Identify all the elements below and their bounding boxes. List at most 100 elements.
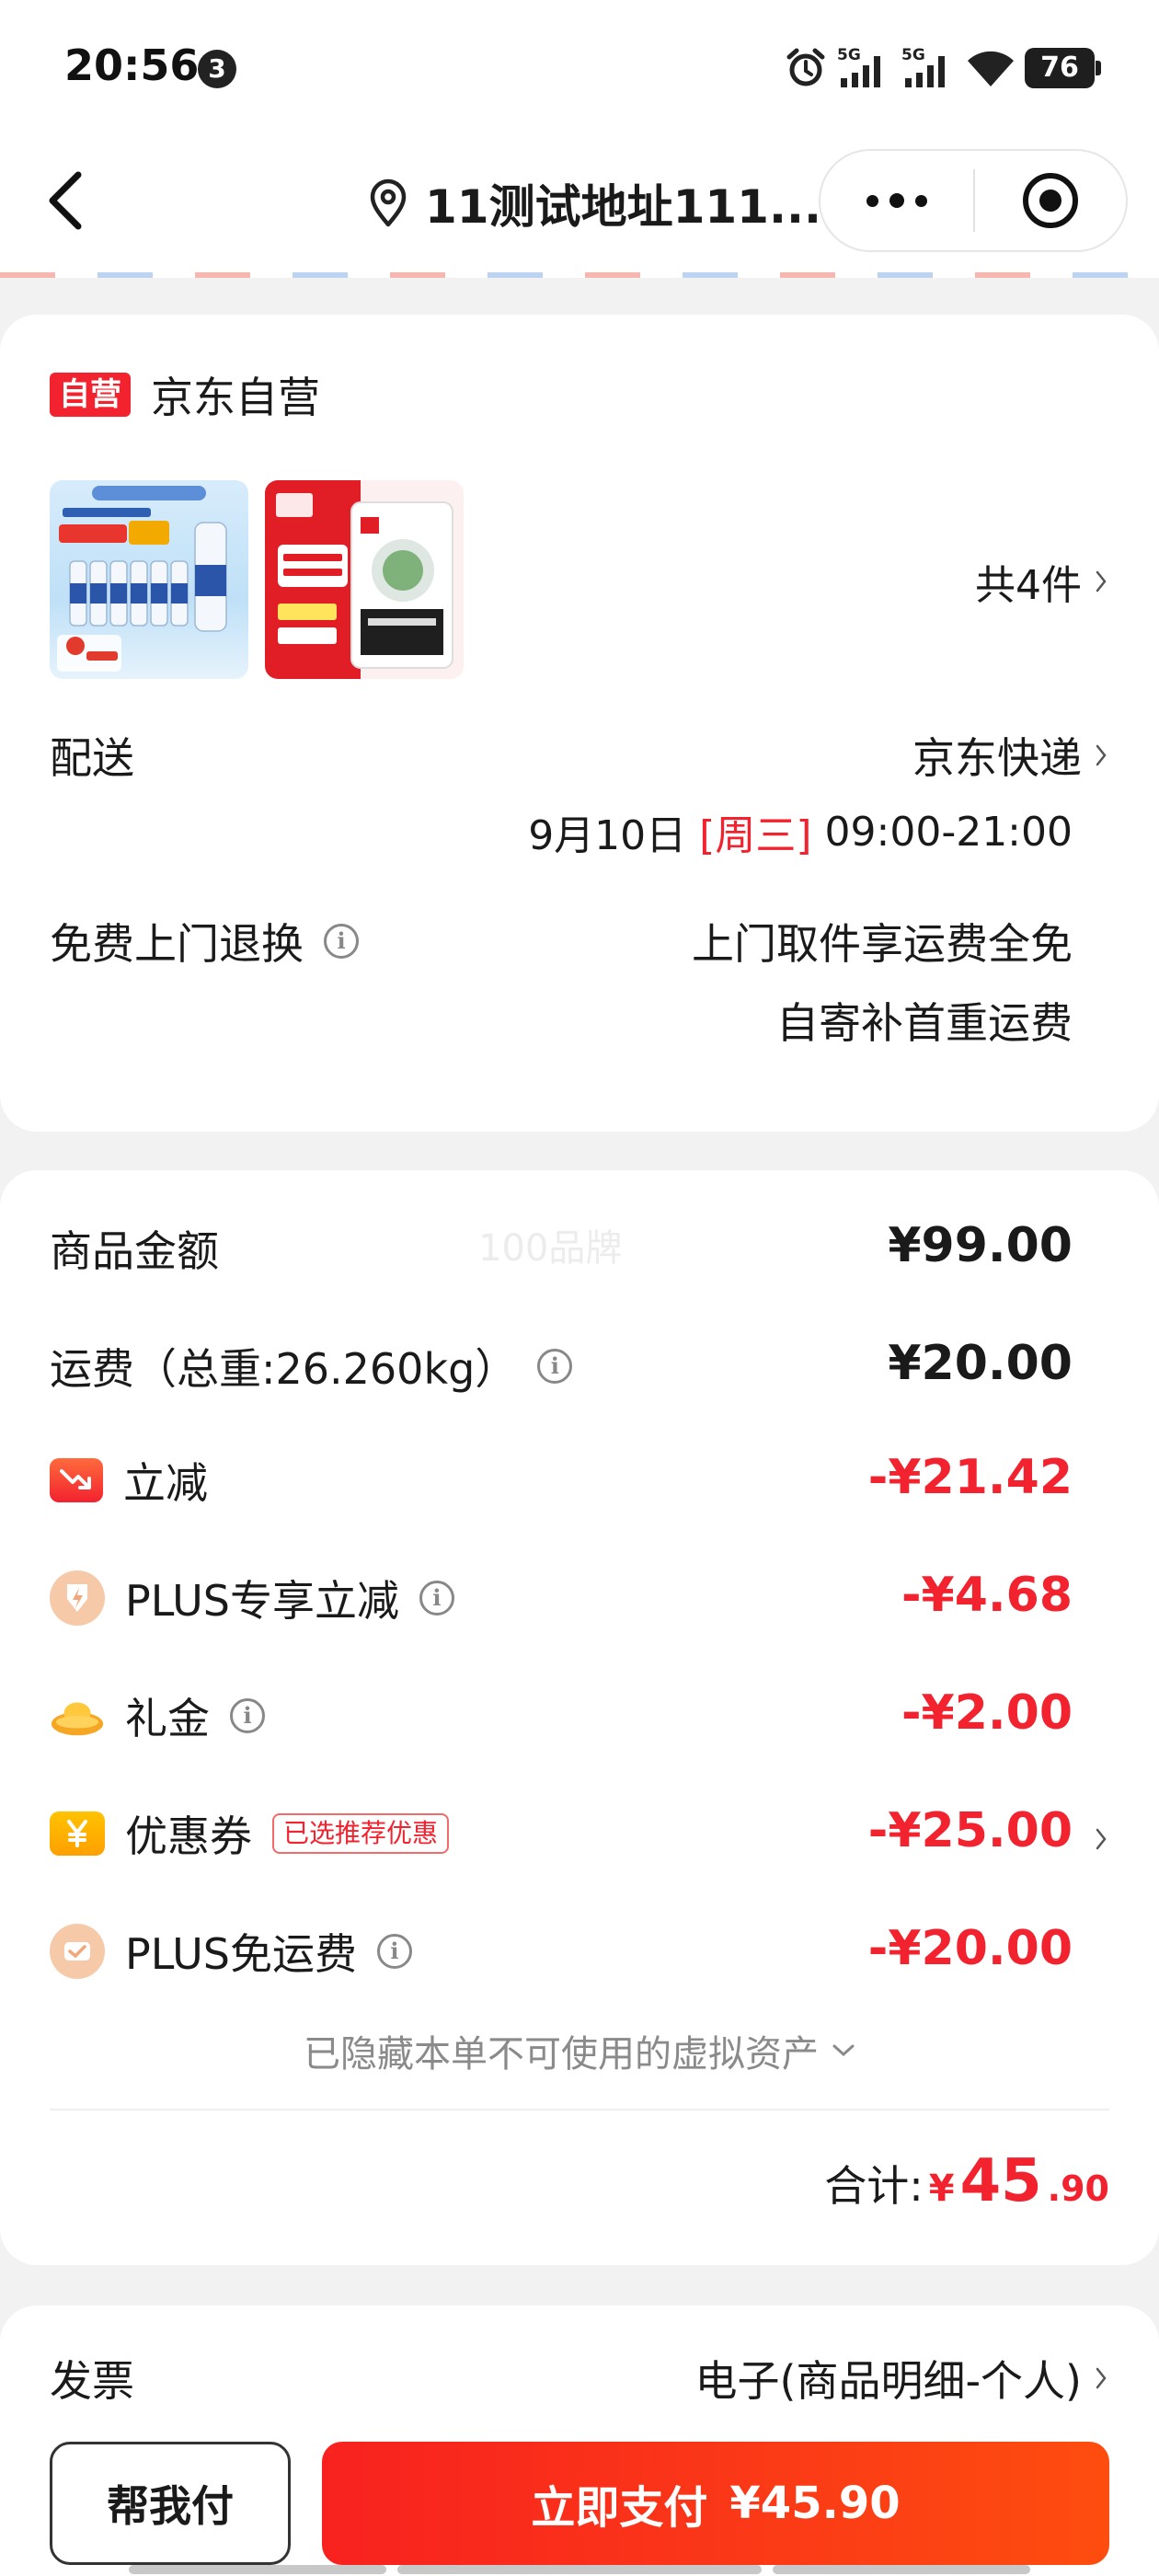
- info-icon[interactable]: i: [419, 1581, 454, 1616]
- product-thumbnail-salt[interactable]: [265, 480, 464, 679]
- pay-now-amount: ¥45.90: [729, 2478, 901, 2529]
- sea-salt-product: [265, 480, 464, 679]
- signal-5g-icon: 5G: [837, 46, 880, 87]
- mineral-water-product: [57, 486, 227, 672]
- plus-discount-value: -¥4.68: [901, 1568, 1073, 1623]
- chevron-right-icon: [1096, 570, 1107, 592]
- gift-money-value: -¥2.00: [901, 1685, 1073, 1741]
- battery-indicator: 76: [1025, 48, 1101, 88]
- home-indicator: [397, 2565, 762, 2574]
- notification-count-badge: 3: [198, 50, 236, 88]
- more-dot: [889, 193, 904, 208]
- bottom-action-bar: 帮我付 立即支付 ¥45.90: [0, 2425, 1159, 2576]
- delivery-weekday: [周三]: [699, 812, 812, 859]
- home-indicator: [129, 2565, 386, 2574]
- target-circle-icon: [1023, 173, 1078, 228]
- status-bar: 20:56 3 5G 5G 76: [0, 0, 1159, 138]
- yen-coupon-icon: [50, 1811, 105, 1856]
- returns-line2: 自寄补首重运费: [776, 998, 1073, 1048]
- instant-discount-value: -¥21.42: [867, 1450, 1073, 1505]
- chevron-right-icon: [1096, 2367, 1107, 2389]
- goods-amount-label: 商品金额: [50, 1226, 219, 1276]
- shipping-fee-value: ¥20.00: [888, 1336, 1073, 1391]
- price-row-label: 商品金额: [50, 1218, 219, 1279]
- order-items-card: 自营 京东自营 共4件 配送 京东快递 9月10日 [周三] 09:00-21:…: [0, 315, 1159, 1132]
- coupon-row[interactable]: 优惠券 已选推荐优惠: [50, 1803, 450, 1864]
- delivery-date: 9月10日: [528, 812, 687, 859]
- mini-program-capsule: [819, 149, 1128, 252]
- gold-ingot-icon: [50, 1688, 105, 1743]
- order-total: 合计: ¥ 45 .90: [824, 2147, 1109, 2215]
- price-breakdown-card: 100品牌 商品金额 ¥99.00 运费（总重:26.260kg） i ¥20.…: [0, 1170, 1159, 2265]
- status-time: 20:56: [64, 40, 200, 90]
- info-icon[interactable]: i: [376, 1934, 412, 1969]
- location-pin-icon: [370, 178, 407, 227]
- product-thumbnail-water[interactable]: [50, 480, 248, 679]
- invoice-link[interactable]: 电子(商品明细-个人): [695, 2348, 1108, 2409]
- info-icon[interactable]: i: [230, 1698, 265, 1733]
- delivery-time[interactable]: 9月10日 [周三] 09:00-21:00: [528, 802, 1073, 861]
- chevron-down-icon: [832, 2044, 855, 2057]
- plus-free-shipping-value: -¥20.00: [867, 1921, 1073, 1976]
- alarm-icon: [786, 48, 825, 86]
- gift-money-label: 礼金: [125, 1694, 210, 1743]
- more-dot: [915, 194, 927, 207]
- item-count: 共4件: [975, 562, 1082, 609]
- returns-line1: 上门取件享运费全免: [692, 919, 1073, 969]
- discount-arrow-icon: [50, 1458, 103, 1502]
- delivery-carrier-link[interactable]: 京东快递: [912, 725, 1107, 786]
- coupon-label: 优惠券: [125, 1811, 252, 1861]
- address-selector[interactable]: 11测试地址111...: [368, 171, 821, 236]
- price-row-label: PLUS专享立减 i: [50, 1568, 454, 1628]
- total-label: 合计:: [824, 2161, 924, 2211]
- wifi-icon: [968, 51, 1014, 86]
- delivery-carrier: 京东快递: [912, 733, 1082, 783]
- returns-label-text: 免费上门退换: [50, 919, 304, 969]
- self-operated-tag: 自营: [50, 373, 131, 417]
- plus-shipping-icon: [50, 1924, 105, 1979]
- status-icons: 5G 5G 76: [784, 42, 1101, 94]
- returns-label: 免费上门退换 i: [50, 911, 359, 972]
- total-integer: 45: [959, 2147, 1042, 2215]
- invoice-label: 发票: [50, 2356, 134, 2406]
- info-icon[interactable]: i: [324, 924, 359, 959]
- hidden-assets-text: 已隐藏本单不可使用的虚拟资产: [304, 2033, 819, 2076]
- hidden-assets-toggle[interactable]: 已隐藏本单不可使用的虚拟资产: [0, 2024, 1159, 2077]
- more-button[interactable]: [820, 151, 973, 250]
- info-icon[interactable]: i: [537, 1349, 573, 1384]
- delivery-label: 配送: [50, 725, 134, 786]
- seller-header: 自营 京东自营: [50, 364, 320, 425]
- close-mini-program-button[interactable]: [975, 151, 1126, 250]
- delivery-label-text: 配送: [50, 733, 134, 783]
- price-row-label: PLUS免运费 i: [50, 1921, 412, 1982]
- shipping-fee-label: 运费（总重:26.260kg）: [50, 1344, 518, 1394]
- pay-now-button[interactable]: 立即支付 ¥45.90: [322, 2442, 1109, 2565]
- more-dot: [866, 194, 878, 207]
- chevron-left-icon: [49, 171, 82, 230]
- pay-now-label: 立即支付: [531, 2482, 708, 2534]
- chevron-right-icon: [1096, 744, 1107, 766]
- watermark-text: 100品牌: [478, 1227, 623, 1270]
- invoice-value: 电子(商品明细-个人): [694, 2356, 1083, 2406]
- price-row-label: 立减: [50, 1450, 208, 1511]
- goods-amount-value: ¥99.00: [888, 1218, 1073, 1273]
- delivery-time-window: 09:00-21:00: [824, 808, 1073, 856]
- address-text: 11测试地址111...: [425, 180, 821, 234]
- item-count-link[interactable]: 共4件: [975, 552, 1107, 611]
- divider: [50, 2109, 1109, 2110]
- seller-name: 京东自营: [151, 373, 320, 422]
- airmail-border: [0, 272, 1159, 278]
- total-currency: ¥: [928, 2168, 955, 2210]
- chevron-right-icon[interactable]: [1095, 1827, 1107, 1851]
- help-me-pay-button[interactable]: 帮我付: [50, 2442, 291, 2565]
- price-row-label: 运费（总重:26.260kg） i: [50, 1336, 573, 1397]
- plus-discount-label: PLUS专享立减: [125, 1576, 399, 1626]
- coupon-value: -¥25.00: [867, 1803, 1073, 1858]
- back-button[interactable]: [33, 166, 98, 236]
- nav-bar: 11测试地址111...: [0, 138, 1159, 276]
- signal-5g-icon: 5G: [901, 46, 945, 87]
- plus-lightning-icon: [50, 1570, 105, 1626]
- price-row-label: 礼金 i: [50, 1685, 265, 1746]
- instant-discount-label: 立减: [123, 1458, 208, 1508]
- home-indicator: [773, 2565, 1030, 2574]
